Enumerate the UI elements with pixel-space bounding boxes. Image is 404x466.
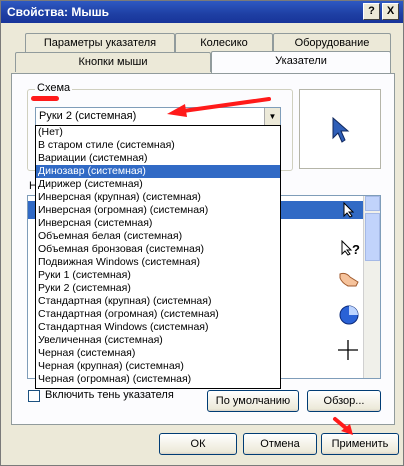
scroll-up-button[interactable] bbox=[365, 196, 380, 211]
dropdown-option[interactable]: Стандартная (крупная) (системная) bbox=[36, 295, 280, 308]
tab-hardware[interactable]: Оборудование bbox=[273, 33, 391, 53]
dropdown-option[interactable]: Дирижер (системная) bbox=[36, 178, 280, 191]
dropdown-option[interactable]: Вариации (системная) bbox=[36, 152, 280, 165]
dropdown-option[interactable]: Черная (огромная) (системная) bbox=[36, 373, 280, 386]
dropdown-option[interactable]: Черная (крупная) (системная) bbox=[36, 360, 280, 373]
tab-pointer-options[interactable]: Параметры указателя bbox=[25, 33, 175, 53]
shadow-checkbox-label: Включить тень указателя bbox=[45, 389, 174, 401]
dropdown-option[interactable]: Руки 2 (системная) bbox=[36, 282, 280, 295]
dropdown-option[interactable]: Руки 1 (системная) bbox=[36, 269, 280, 282]
title-bar: Свойства: Мышь ? X bbox=[1, 1, 403, 23]
busy-cursor-icon bbox=[339, 305, 359, 325]
dropdown-option[interactable]: Динозавр (системная) bbox=[36, 165, 280, 178]
tab-mouse-buttons[interactable]: Кнопки мыши bbox=[15, 52, 211, 72]
crosshair-cursor-icon bbox=[338, 340, 358, 360]
annotation-underline-scheme bbox=[31, 96, 59, 101]
arrow-cursor-icon bbox=[343, 202, 355, 218]
cancel-button[interactable]: Отмена bbox=[243, 433, 317, 455]
browse-button[interactable]: Обзор... bbox=[307, 390, 381, 412]
help-cursor-icon: ? bbox=[341, 240, 360, 257]
dropdown-option[interactable]: Подвижная Windows (системная) bbox=[36, 256, 280, 269]
annotation-arrow-icon bbox=[167, 97, 271, 117]
close-button[interactable]: X bbox=[382, 3, 399, 20]
scrollbar-thumb[interactable] bbox=[365, 213, 380, 261]
window-title: Свойства: Мышь bbox=[7, 5, 109, 19]
scheme-dropdown-list[interactable]: (Нет) В старом стиле (системная) Вариации … bbox=[35, 125, 281, 389]
ok-button[interactable]: ОК bbox=[159, 433, 237, 455]
cursor-preview bbox=[299, 89, 381, 169]
dropdown-option[interactable]: Инверсная (крупная) (системная) bbox=[36, 191, 280, 204]
mouse-properties-window: Свойства: Мышь ? X Параметры указателя К… bbox=[0, 0, 404, 466]
dropdown-option[interactable]: Стандартная (огромная) (системная) bbox=[36, 308, 280, 321]
svg-text:?: ? bbox=[352, 242, 360, 257]
dropdown-option[interactable]: (Нет) bbox=[36, 126, 280, 139]
cursor-list-scrollbar[interactable] bbox=[363, 196, 380, 378]
scheme-label: Схема bbox=[35, 82, 73, 94]
scheme-selected-value: Руки 2 (системная) bbox=[39, 110, 137, 122]
shadow-checkbox[interactable] bbox=[28, 390, 40, 402]
tab-pointers[interactable]: Указатели bbox=[211, 51, 391, 73]
arrow-cursor-icon bbox=[332, 116, 350, 143]
default-button[interactable]: По умолчанию bbox=[207, 390, 299, 412]
dropdown-option[interactable]: В старом стиле (системная) bbox=[36, 139, 280, 152]
tab-wheel[interactable]: Колесико bbox=[175, 33, 273, 53]
dropdown-option[interactable]: Инверсная (системная) bbox=[36, 217, 280, 230]
dropdown-option[interactable]: Инверсная (огромная) (системная) bbox=[36, 204, 280, 217]
dropdown-option[interactable]: Объемная белая (системная) bbox=[36, 230, 280, 243]
hand-cursor-icon bbox=[339, 272, 359, 287]
dropdown-option[interactable]: Черная (системная) bbox=[36, 347, 280, 360]
annotation-arrow-apply-icon bbox=[333, 417, 353, 435]
dropdown-option[interactable]: Объемная бронзовая (системная) bbox=[36, 243, 280, 256]
dropdown-option[interactable]: Увеличенная (системная) bbox=[36, 334, 280, 347]
help-button[interactable]: ? bbox=[363, 3, 380, 20]
dropdown-option[interactable]: Стандартная Windows (системная) bbox=[36, 321, 280, 334]
